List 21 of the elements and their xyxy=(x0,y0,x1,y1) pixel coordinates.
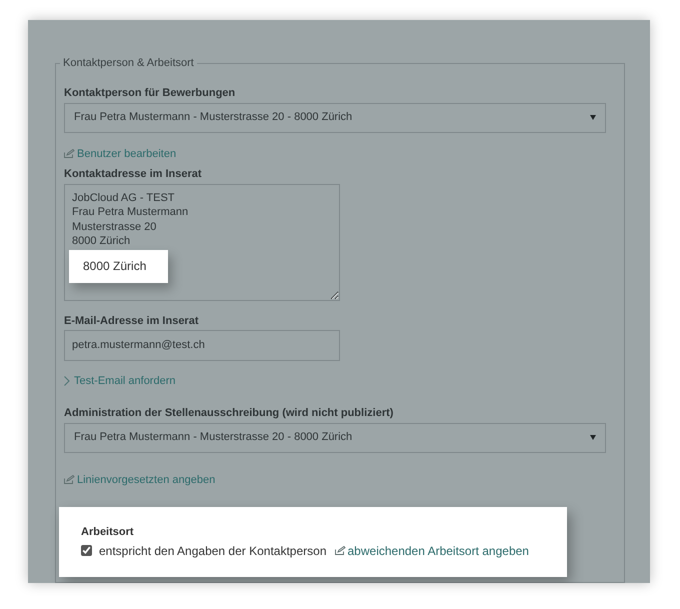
contact-person-select[interactable]: Frau Petra Mustermann - Musterstrasse 20 - 8000 Zürich xyxy=(64,102,606,132)
checkbox-label: entspricht den Angaben der Kontaktperson xyxy=(99,542,326,560)
edit-icon xyxy=(334,546,346,555)
dropdown-caret-icon xyxy=(590,115,596,120)
field-label: Kontaktadresse im Inserat xyxy=(64,166,203,180)
email-input-field[interactable]: petra.mustermann@test.ch xyxy=(64,330,340,360)
field-label: Kontaktperson für Bewerbungen xyxy=(64,86,236,100)
highlight-callout: 8000 Zürich xyxy=(69,250,168,282)
field-label: Administration der Stellenausschreibung (wird nicht publiziert) xyxy=(64,406,394,420)
chevron-right-icon xyxy=(64,376,70,386)
edit-icon xyxy=(64,149,75,158)
field-label: E-Mail-Adresse im Inserat xyxy=(64,314,200,328)
different-location-link[interactable]: abweichenden Arbeitsort angeben xyxy=(334,542,529,560)
same-as-contact-checkbox[interactable] xyxy=(81,545,92,556)
dropdown-caret-icon xyxy=(590,435,596,440)
administration-select[interactable]: Frau Petra Mustermann - Musterstrasse 20 - 8000 Zürich xyxy=(64,422,606,452)
select-value: Frau Petra Mustermann - Musterstrasse 20 - 8000 Zürich xyxy=(74,430,352,446)
work-location-label: Arbeitsort xyxy=(81,524,135,538)
fieldset-legend: Kontaktperson & Arbeitsort xyxy=(60,55,197,72)
select-value: Frau Petra Mustermann - Musterstrasse 20 - 8000 Zürich xyxy=(74,110,352,126)
edit-icon xyxy=(64,475,75,484)
